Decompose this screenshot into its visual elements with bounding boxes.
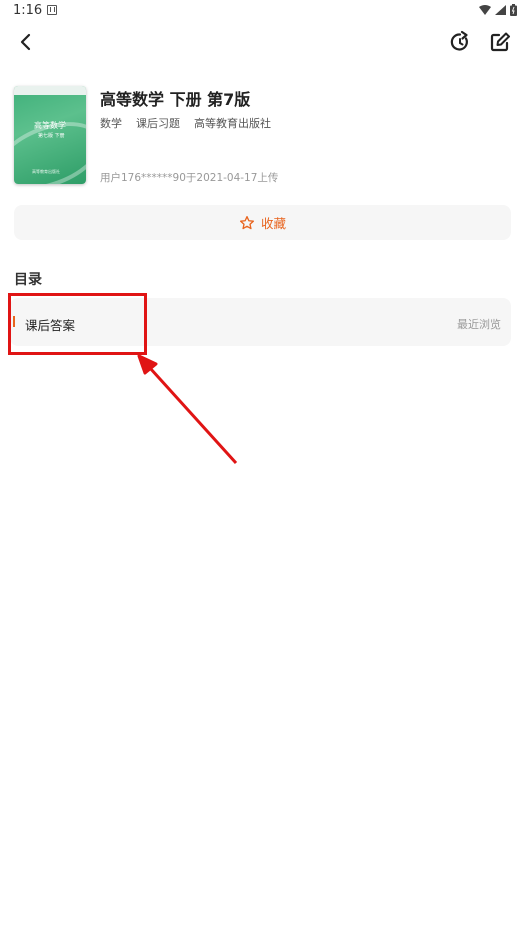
book-tag-type: 课后习题 xyxy=(136,117,180,130)
battery-icon xyxy=(510,4,517,16)
favorite-label: 收藏 xyxy=(260,216,286,231)
wifi-icon xyxy=(479,5,491,15)
notification-a-icon xyxy=(47,5,57,15)
star-outline-icon xyxy=(239,215,254,229)
cover-band xyxy=(14,86,86,95)
status-icons xyxy=(479,4,517,16)
refresh-icon xyxy=(450,30,468,51)
favorite-button[interactable]: 收藏 xyxy=(14,205,511,240)
book-title: 高等数学 下册 第7版 xyxy=(100,90,251,109)
book-cover[interactable]: 高等数学 第七版 下册 高等教育出版社 xyxy=(14,86,86,184)
book-tag-publisher: 高等教育出版社 xyxy=(194,117,271,130)
book-tag-subject: 数学 xyxy=(100,117,122,130)
toolbar xyxy=(0,24,525,60)
book-tags: 数学 课后习题 高等教育出版社 xyxy=(100,115,285,131)
status-time: 1:16 xyxy=(13,3,43,18)
back-button[interactable] xyxy=(12,28,40,56)
signal-icon xyxy=(495,5,506,15)
toc-title: 目录 xyxy=(14,272,42,288)
annotation-highlight-box xyxy=(8,293,147,355)
cover-subtitle: 第七版 下册 xyxy=(38,133,65,139)
back-arrow-icon xyxy=(20,33,31,51)
cover-title: 高等数学 xyxy=(34,121,66,130)
edit-button[interactable] xyxy=(486,28,514,56)
toc-item-recent-badge: 最近浏览 xyxy=(457,318,501,331)
status-bar: 1:16 xyxy=(0,0,525,22)
upload-info: 用户176******90于2021-04-17上传 xyxy=(100,172,279,184)
cover-publisher: 高等教育出版社 xyxy=(32,169,60,174)
refresh-button[interactable] xyxy=(446,28,474,56)
edit-icon xyxy=(490,32,510,52)
